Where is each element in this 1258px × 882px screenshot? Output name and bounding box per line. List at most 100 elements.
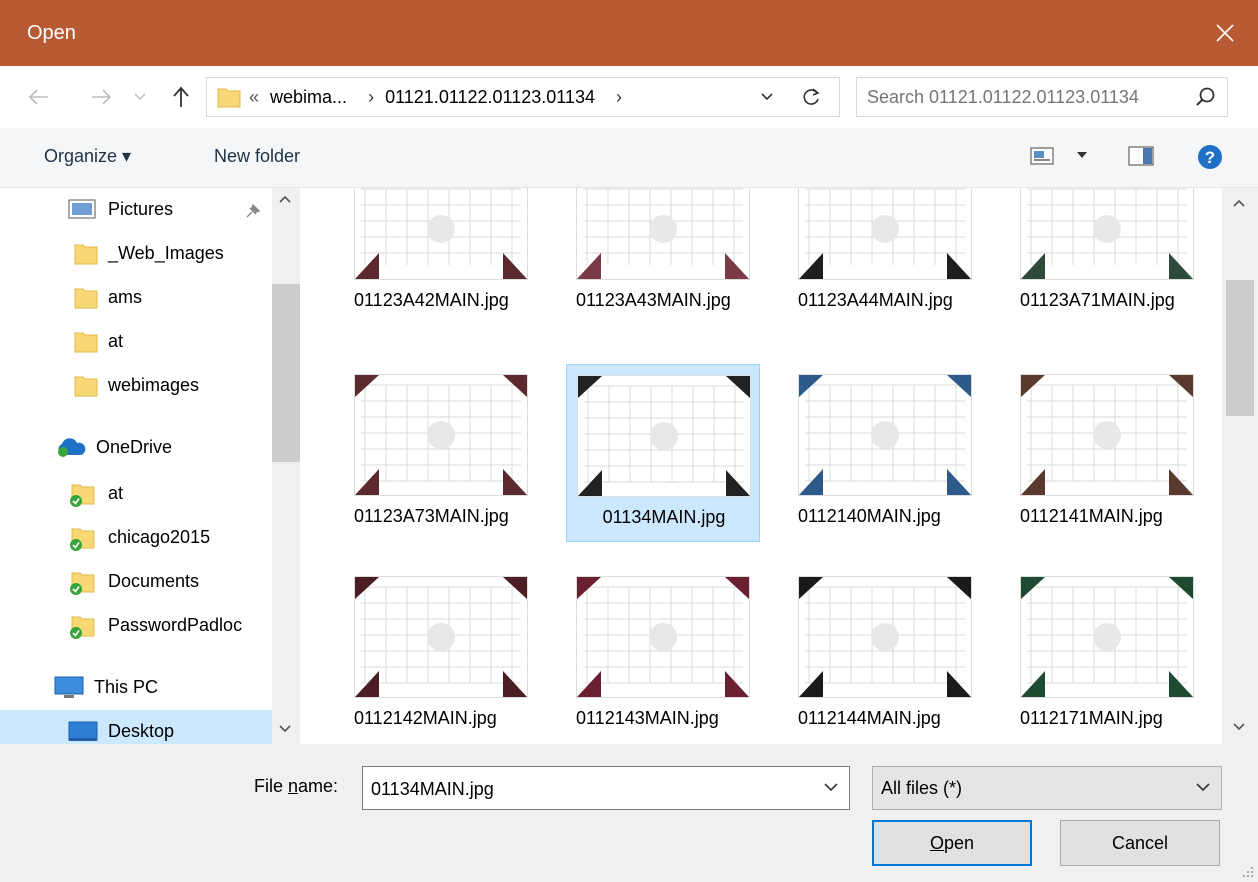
navigation-bar: « webima... › 01121.01122.01123.01134 › <box>0 66 1258 128</box>
pin-icon[interactable] <box>244 202 262 220</box>
nav-item-chicago2015[interactable]: chicago2015 <box>0 516 272 560</box>
calendar-grid-graphic <box>799 577 971 697</box>
file-thumbnail <box>354 188 528 280</box>
file-tile[interactable]: 01123A44MAIN.jpg <box>788 188 982 350</box>
breadcrumb-current-folder[interactable]: 01121.01122.01123.01134 <box>385 87 595 107</box>
breadcrumb-separator[interactable]: › <box>368 87 374 107</box>
calendar-grid-graphic <box>1021 188 1193 279</box>
forward-arrow-icon <box>92 89 112 105</box>
file-thumbnail <box>354 576 528 698</box>
address-dropdown-icon[interactable] <box>759 88 775 104</box>
breadcrumb-webimages[interactable]: webima... <box>270 87 347 107</box>
nav-item-onedrive-at[interactable]: at <box>0 472 272 516</box>
help-icon[interactable]: ? <box>1197 144 1223 170</box>
window-title: Open <box>27 22 76 44</box>
file-name: 01123A73MAIN.jpg <box>354 506 509 526</box>
file-thumbnail <box>798 188 972 280</box>
search-box[interactable] <box>856 77 1228 117</box>
synced-folder-icon <box>70 528 95 551</box>
back-button[interactable] <box>22 80 56 114</box>
file-tile[interactable]: 01134MAIN.jpg <box>566 364 760 542</box>
view-options-chevron-icon[interactable] <box>1075 150 1089 160</box>
forward-button[interactable] <box>84 80 118 114</box>
breadcrumb-separator[interactable]: › <box>616 87 622 107</box>
chevron-down-icon[interactable] <box>823 781 839 793</box>
file-name-combobox[interactable] <box>362 766 850 810</box>
refresh-icon[interactable] <box>801 86 823 108</box>
scroll-down-icon[interactable] <box>1232 722 1246 732</box>
scroll-up-icon[interactable] <box>278 194 292 204</box>
up-button[interactable] <box>164 80 198 114</box>
file-list-scrollbar[interactable] <box>1222 188 1258 744</box>
nav-item-documents[interactable]: Documents <box>0 560 272 604</box>
file-tile[interactable]: 01123A71MAIN.jpg <box>1010 188 1204 350</box>
file-name-input[interactable] <box>371 777 811 801</box>
nav-item-desktop[interactable]: Desktop <box>0 710 272 744</box>
computer-icon <box>54 676 84 698</box>
file-name: 0112171MAIN.jpg <box>1020 708 1163 728</box>
file-name-label: File name: <box>254 776 339 796</box>
command-bar: Organize ▾ New folder ? <box>0 128 1258 188</box>
chevron-down-icon <box>134 93 146 100</box>
scroll-down-icon[interactable] <box>278 724 292 734</box>
file-thumbnail <box>577 375 751 497</box>
file-thumbnail <box>576 576 750 698</box>
file-name: 0112142MAIN.jpg <box>354 708 497 728</box>
resize-grip-icon[interactable] <box>1240 864 1254 878</box>
calendar-grid-graphic <box>355 188 527 279</box>
file-tile[interactable]: 0112143MAIN.jpg <box>566 566 760 744</box>
file-thumbnail <box>576 188 750 280</box>
open-dialog: Open « webima... › 01121.01122.01123.011… <box>0 0 1258 882</box>
file-list: 01123A42MAIN.jpg 01123A43MAIN.jpg 01123A44… <box>300 188 1222 744</box>
file-picker-footer: File name: All files (*) Open Cancel <box>0 744 1258 882</box>
file-tile[interactable]: 01123A42MAIN.jpg <box>344 188 538 350</box>
change-view-icon[interactable] <box>1030 146 1054 166</box>
file-type-select[interactable]: All files (*) <box>872 766 1222 810</box>
file-name: 0112144MAIN.jpg <box>798 708 941 728</box>
file-tile[interactable]: 01123A73MAIN.jpg <box>344 364 538 566</box>
file-tile[interactable]: 0112140MAIN.jpg <box>788 364 982 566</box>
close-button[interactable] <box>1192 0 1258 66</box>
new-folder-button[interactable]: New folder <box>214 146 300 167</box>
search-input[interactable] <box>867 85 1177 109</box>
navigation-scrollbar-thumb[interactable] <box>272 284 300 462</box>
file-tile[interactable]: 01123A43MAIN.jpg <box>566 188 760 350</box>
scroll-up-icon[interactable] <box>1232 198 1246 208</box>
preview-pane-icon[interactable] <box>1128 146 1154 166</box>
file-thumbnail <box>1020 374 1194 496</box>
nav-item-this-pc[interactable]: This PC <box>0 666 272 710</box>
file-list-scrollbar-thumb[interactable] <box>1226 280 1254 416</box>
nav-item-webimages[interactable]: webimages <box>0 364 272 408</box>
file-tile[interactable]: 0112144MAIN.jpg <box>788 566 982 744</box>
address-bar[interactable]: « webima... › 01121.01122.01123.01134 › <box>206 77 840 117</box>
file-name: 0112141MAIN.jpg <box>1020 506 1163 526</box>
navigation-pane: Pictures _Web_Images ams at webimages On… <box>0 188 300 744</box>
file-type-value: All files (*) <box>881 778 963 798</box>
open-button[interactable]: Open <box>872 820 1032 866</box>
breadcrumb-overflow[interactable]: « <box>249 87 259 107</box>
recent-locations-button[interactable] <box>130 80 150 114</box>
nav-item-ams[interactable]: ams <box>0 276 272 320</box>
calendar-grid-graphic <box>577 188 749 279</box>
nav-item-passwordpadloc[interactable]: PasswordPadloc <box>0 604 272 648</box>
nav-item-onedrive[interactable]: OneDrive <box>0 426 272 470</box>
file-name: 0112143MAIN.jpg <box>576 708 719 728</box>
folder-icon <box>74 288 98 309</box>
nav-item-label: Documents <box>108 571 200 591</box>
file-tile[interactable]: 0112171MAIN.jpg <box>1010 566 1204 744</box>
file-tile[interactable]: 0112141MAIN.jpg <box>1010 364 1204 566</box>
file-name: 01123A71MAIN.jpg <box>1020 290 1175 310</box>
nav-item-label: ams <box>108 287 143 307</box>
navigation-scrollbar[interactable] <box>272 188 300 744</box>
chevron-down-icon <box>1196 783 1210 792</box>
file-tile[interactable]: 0112142MAIN.jpg <box>344 566 538 744</box>
nav-item-web-images[interactable]: _Web_Images <box>0 232 272 276</box>
cancel-button[interactable]: Cancel <box>1060 820 1220 866</box>
synced-folder-icon <box>70 572 95 595</box>
calendar-grid-graphic <box>1021 577 1193 697</box>
nav-item-label: Pictures <box>108 199 174 219</box>
search-icon[interactable] <box>1195 86 1217 108</box>
nav-item-at[interactable]: at <box>0 320 272 364</box>
nav-item-pictures[interactable]: Pictures <box>0 188 272 232</box>
organize-button[interactable]: Organize ▾ <box>44 146 131 167</box>
